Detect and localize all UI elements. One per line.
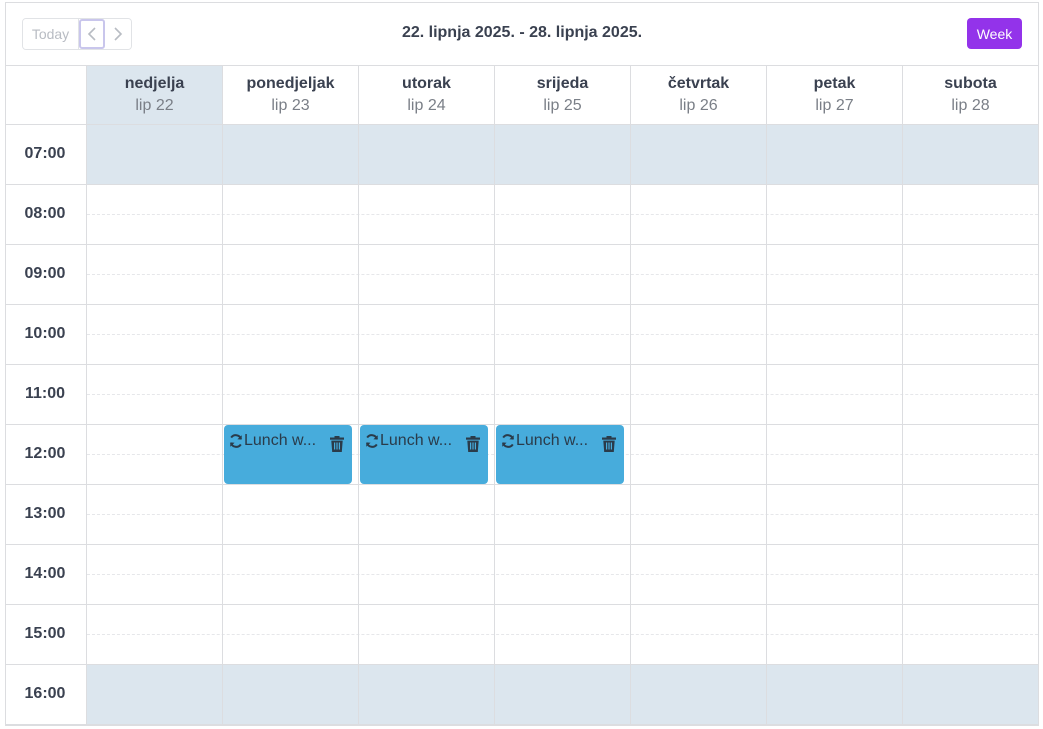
day-name: nedjelja: [124, 75, 185, 92]
time-label: 10:00: [24, 325, 66, 342]
day-name: utorak: [402, 75, 451, 92]
day-date: lip 24: [407, 97, 446, 114]
day-name: petak: [813, 75, 856, 92]
time-label: 11:00: [24, 385, 66, 402]
day-date: lip 28: [951, 97, 990, 114]
half-hour-line: [87, 514, 1038, 515]
unavailable-block: [87, 665, 1038, 724]
day-header-2[interactable]: utorak lip 24: [358, 66, 494, 124]
repeat-icon: [366, 434, 378, 448]
calendar-event[interactable]: Lunch w...: [224, 425, 352, 484]
column-divider: [222, 125, 223, 725]
calendar-event[interactable]: Lunch w...: [360, 425, 488, 484]
day-date: lip 25: [543, 97, 582, 114]
day-header-3[interactable]: srijeda lip 25: [494, 66, 630, 124]
day-date: lip 27: [815, 97, 854, 114]
time-label: 09:00: [24, 265, 66, 282]
half-hour-line: [87, 334, 1038, 335]
repeat-icon: [230, 434, 242, 448]
day-header-row: nedjelja lip 22 ponedjeljak lip 23 utorak lip…: [6, 66, 1038, 125]
hour-row[interactable]: 13:00: [6, 485, 1038, 545]
time-label: 12:00: [24, 445, 66, 462]
week-calendar: Today 22. lipnja 2025. - 28. lipnja 2025…: [5, 2, 1039, 726]
hour-row[interactable]: 08:00: [6, 185, 1038, 245]
time-label: 14:00: [24, 565, 66, 582]
time-label: 07:00: [24, 145, 66, 162]
time-label: 08:00: [24, 205, 66, 222]
day-header-0[interactable]: nedjelja lip 22: [86, 66, 222, 124]
hour-row[interactable]: 16:00: [6, 665, 1038, 725]
hour-row[interactable]: 11:00: [6, 365, 1038, 425]
column-divider: [494, 125, 495, 725]
half-hour-line: [87, 634, 1038, 635]
hour-row[interactable]: 09:00: [6, 245, 1038, 305]
column-divider: [86, 125, 87, 725]
day-name: četvrtak: [667, 75, 730, 92]
day-header-6[interactable]: subota lip 28: [902, 66, 1038, 124]
unavailable-block: [87, 125, 1038, 184]
date-range-title: 22. lipnja 2025. - 28. lipnja 2025.: [401, 24, 643, 41]
time-label: 13:00: [24, 505, 66, 522]
column-divider: [766, 125, 767, 725]
day-date: lip 22: [135, 97, 174, 114]
time-grid: 07:00 08:00 09:00 10:00 11:00 12:00 13:00 14:00…: [6, 125, 1038, 725]
day-header-4[interactable]: četvrtak lip 26: [630, 66, 766, 124]
half-hour-line: [87, 394, 1038, 395]
calendar-event[interactable]: Lunch w...: [496, 425, 624, 484]
trash-icon[interactable]: [602, 436, 616, 452]
day-date: lip 23: [271, 97, 310, 114]
column-divider: [630, 125, 631, 725]
event-title: Lunch w...: [516, 432, 589, 449]
event-title: Lunch w...: [380, 432, 453, 449]
hour-row[interactable]: 10:00: [6, 305, 1038, 365]
half-hour-line: [87, 214, 1038, 215]
half-hour-line: [87, 574, 1038, 575]
hour-row[interactable]: 07:00: [6, 125, 1038, 185]
trash-icon[interactable]: [466, 436, 480, 452]
column-divider: [358, 125, 359, 725]
column-divider: [902, 125, 903, 725]
day-name: subota: [944, 75, 997, 92]
event-title: Lunch w...: [244, 432, 317, 449]
day-header-5[interactable]: petak lip 27: [766, 66, 902, 124]
time-label: 16:00: [24, 685, 66, 702]
time-label: 15:00: [24, 625, 66, 642]
repeat-icon: [502, 434, 514, 448]
day-name: ponedjeljak: [246, 75, 335, 92]
hour-row[interactable]: 14:00: [6, 545, 1038, 605]
calendar-toolbar: Today 22. lipnja 2025. - 28. lipnja 2025…: [6, 3, 1038, 66]
hour-row[interactable]: 15:00: [6, 605, 1038, 665]
half-hour-line: [87, 274, 1038, 275]
day-header-1[interactable]: ponedjeljak lip 23: [222, 66, 358, 124]
day-date: lip 26: [679, 97, 718, 114]
day-name: srijeda: [536, 75, 589, 92]
week-view-button[interactable]: Week: [967, 18, 1022, 49]
trash-icon[interactable]: [330, 436, 344, 452]
